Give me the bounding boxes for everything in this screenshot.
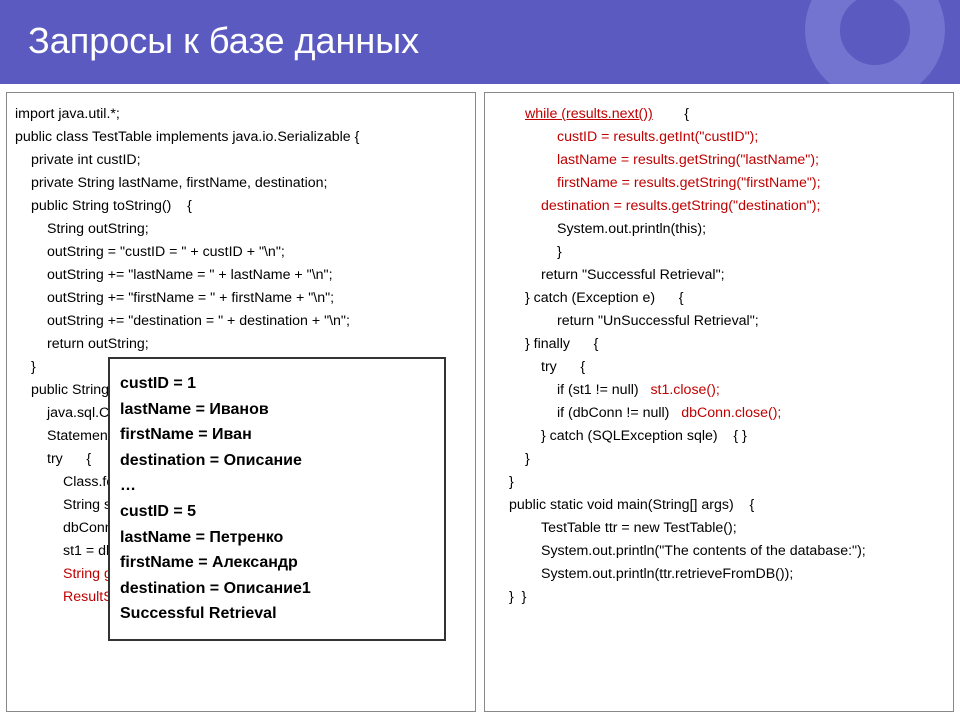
code-line-highlight: firstName = results.getString("firstName…	[493, 172, 945, 195]
code-line: while (results.next()) {	[493, 103, 945, 126]
code-line: if (st1 != null) st1.close();	[493, 379, 945, 402]
code-line: System.out.println(this);	[493, 218, 945, 241]
code-line: }	[493, 448, 945, 471]
code-line: private String lastName, firstName, dest…	[15, 172, 467, 195]
code-line-highlight: lastName = results.getString("lastName")…	[493, 149, 945, 172]
code-line: return "Successful Retrieval";	[493, 264, 945, 287]
code-highlight-close: dbConn.close();	[681, 405, 781, 421]
code-line: private int custID;	[15, 149, 467, 172]
code-highlight-close: st1.close();	[650, 382, 719, 398]
code-line: public String toString() {	[15, 195, 467, 218]
output-line: custID = 1	[120, 371, 434, 397]
code-line: public class TestTable implements java.i…	[15, 126, 467, 149]
code-line: return "UnSuccessful Retrieval";	[493, 310, 945, 333]
code-line: System.out.println("The contents of the …	[493, 540, 945, 563]
output-overlay: custID = 1 lastName = Иванов firstName =…	[108, 357, 446, 641]
code-line-highlight: custID = results.getInt("custID");	[493, 126, 945, 149]
code-line: } catch (Exception e) {	[493, 287, 945, 310]
code-line: TestTable ttr = new TestTable();	[493, 517, 945, 540]
code-line: }	[493, 241, 945, 264]
output-line: destination = Описание	[120, 448, 434, 474]
code-line: import java.util.*;	[15, 103, 467, 126]
content-area: import java.util.*; public class TestTab…	[0, 84, 960, 720]
code-line: outString += "firstName = " + firstName …	[15, 287, 467, 310]
code-line: outString += "lastName = " + lastName + …	[15, 264, 467, 287]
right-code-panel: while (results.next()) { custID = result…	[484, 92, 954, 712]
code-line: } finally {	[493, 333, 945, 356]
output-line: custID = 5	[120, 499, 434, 525]
code-line: outString += "destination = " + destinat…	[15, 310, 467, 333]
code-line: if (dbConn != null) dbConn.close();	[493, 402, 945, 425]
output-line: lastName = Петренко	[120, 525, 434, 551]
code-line: }	[493, 471, 945, 494]
slide-header: Запросы к базе данных	[0, 0, 960, 84]
code-line: } }	[493, 586, 945, 609]
code-line: } catch (SQLException sqle) { }	[493, 425, 945, 448]
code-line: return outString;	[15, 333, 467, 356]
output-line: firstName = Иван	[120, 422, 434, 448]
decorative-circle	[805, 0, 945, 84]
output-line: Successful Retrieval	[120, 601, 434, 627]
code-line: public static void main(String[] args) {	[493, 494, 945, 517]
output-line: destination = Описание1	[120, 576, 434, 602]
output-line: lastName = Иванов	[120, 397, 434, 423]
code-line: try {	[493, 356, 945, 379]
code-line: System.out.println(ttr.retrieveFromDB())…	[493, 563, 945, 586]
code-line: outString = "custID = " + custID + "\n";	[15, 241, 467, 264]
code-line: String outString;	[15, 218, 467, 241]
output-line: …	[120, 473, 434, 499]
output-line: firstName = Александр	[120, 550, 434, 576]
code-highlight-while: while (results.next())	[525, 106, 653, 122]
code-line-highlight: destination = results.getString("destina…	[493, 195, 945, 218]
